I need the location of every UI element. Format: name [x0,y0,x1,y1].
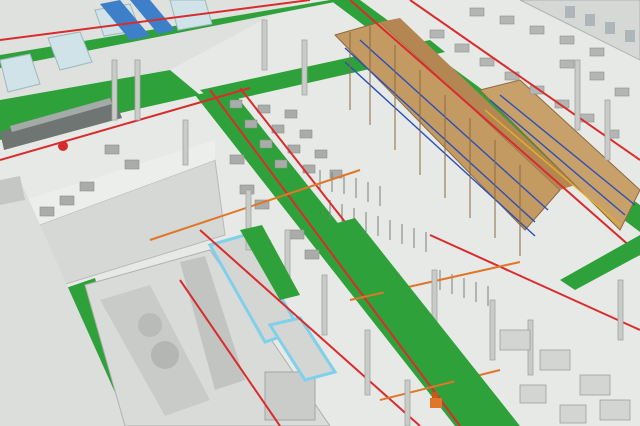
factory-layout-scene [0,0,640,426]
factory-render [0,0,640,426]
